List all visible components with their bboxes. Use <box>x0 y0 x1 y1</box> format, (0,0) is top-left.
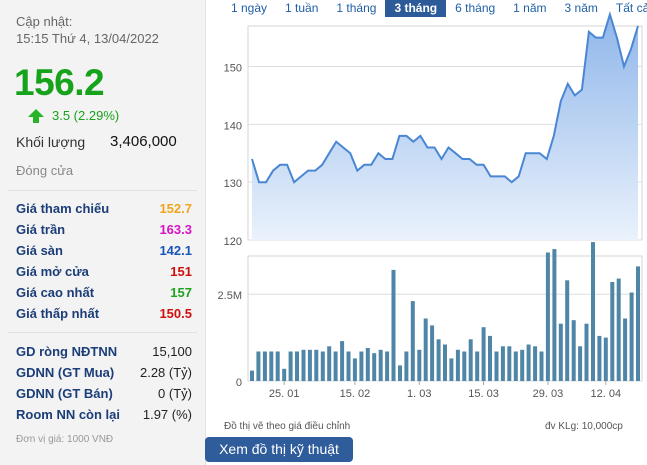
x-tick-label: 12. 04 <box>591 388 622 400</box>
volume-bar <box>481 327 486 381</box>
volume-unit-note: đv KLg: 10,000cp <box>545 421 623 432</box>
volume-bar <box>500 346 505 381</box>
x-tick-label: 1. 03 <box>407 388 431 400</box>
volume-bar <box>468 339 473 381</box>
volume-bar <box>591 242 595 381</box>
volume-bars <box>250 242 640 382</box>
volume-bar <box>288 351 293 381</box>
volume-bar <box>507 346 512 381</box>
volume-bar <box>584 323 589 381</box>
volume-bar <box>301 349 306 382</box>
volume-bar <box>410 301 415 381</box>
volume-bar <box>346 351 351 381</box>
x-axis-labels: 25. 01 15. 02 1. 03 15. 03 29. 03 12. 04 <box>269 381 621 400</box>
volume-bar <box>430 325 435 381</box>
volume-bar <box>295 351 299 381</box>
price-volume-chart: 120 130 140 150 0 2.5M 25. 01 15. 02 1. 03 15. 0… <box>218 10 643 400</box>
volume-bar <box>623 318 628 381</box>
volume-bar <box>307 349 312 382</box>
volume-bar <box>565 280 570 381</box>
volume-bar <box>539 351 544 381</box>
volume-bar <box>488 335 492 381</box>
volume-bar <box>475 351 480 381</box>
volume-bar <box>256 351 261 381</box>
volume-bar <box>391 269 396 381</box>
volume-bar <box>455 349 460 382</box>
volume-bar <box>603 337 608 381</box>
unit-note: Đơn vị giá: 1000 VNĐ <box>16 434 114 445</box>
volume-bar <box>558 323 563 381</box>
volume-bar <box>333 351 338 381</box>
volume-bar <box>494 351 499 381</box>
volume-bar <box>578 346 583 381</box>
volume-bar <box>398 365 402 381</box>
volume-bar <box>314 349 319 382</box>
volume-bar <box>436 339 441 381</box>
volume-bar <box>417 349 422 382</box>
x-tick-label: 15. 02 <box>340 388 371 400</box>
volume-bar <box>526 344 531 381</box>
volume-bar <box>340 341 345 381</box>
volume-bar <box>282 368 287 381</box>
volume-bar <box>449 358 454 381</box>
volume-bar <box>327 346 332 381</box>
volume-bar <box>262 351 267 381</box>
x-tick-label: 15. 03 <box>468 388 499 400</box>
adjusted-price-note: Đồ thị vẽ theo giá điều chỉnh <box>224 421 351 432</box>
volume-bar <box>520 349 525 382</box>
volume-bar <box>250 370 254 381</box>
volume-bar <box>359 351 364 381</box>
volume-bar <box>462 351 467 381</box>
technical-chart-button[interactable]: Xem đồ thị kỹ thuật <box>205 437 353 462</box>
price-area <box>252 14 638 241</box>
volume-bar <box>378 349 383 382</box>
volume-bar <box>545 252 550 381</box>
volume-bar <box>616 278 621 381</box>
price-tick-label: 150 <box>224 62 242 74</box>
volume-bar <box>597 335 602 381</box>
y-axis-labels: 120 130 140 150 0 2.5M <box>218 62 242 389</box>
volume-bar <box>352 358 357 381</box>
price-tick-label: 120 <box>224 236 242 248</box>
volume-bar <box>636 266 640 381</box>
volume-bar <box>385 351 390 381</box>
volume-bar <box>423 318 428 381</box>
volume-bar <box>365 348 370 381</box>
volume-bar <box>320 351 325 381</box>
x-tick-label: 29. 03 <box>533 388 564 400</box>
volume-bar <box>533 346 538 381</box>
volume-bar <box>610 282 615 381</box>
volume-bar <box>513 351 518 381</box>
volume-bar <box>275 351 280 381</box>
volume-bar <box>629 292 634 381</box>
volume-bar <box>443 344 447 381</box>
volume-bar <box>269 351 274 381</box>
volume-bar <box>571 320 576 381</box>
volume-bar <box>372 353 377 381</box>
price-tick-label: 140 <box>224 120 242 132</box>
volume-tick-label: 0 <box>236 377 242 389</box>
x-tick-label: 25. 01 <box>269 388 300 400</box>
price-tick-label: 130 <box>224 178 242 190</box>
volume-bar <box>404 351 409 381</box>
volume-bar <box>552 249 557 381</box>
volume-tick-label: 2.5M <box>218 290 242 302</box>
